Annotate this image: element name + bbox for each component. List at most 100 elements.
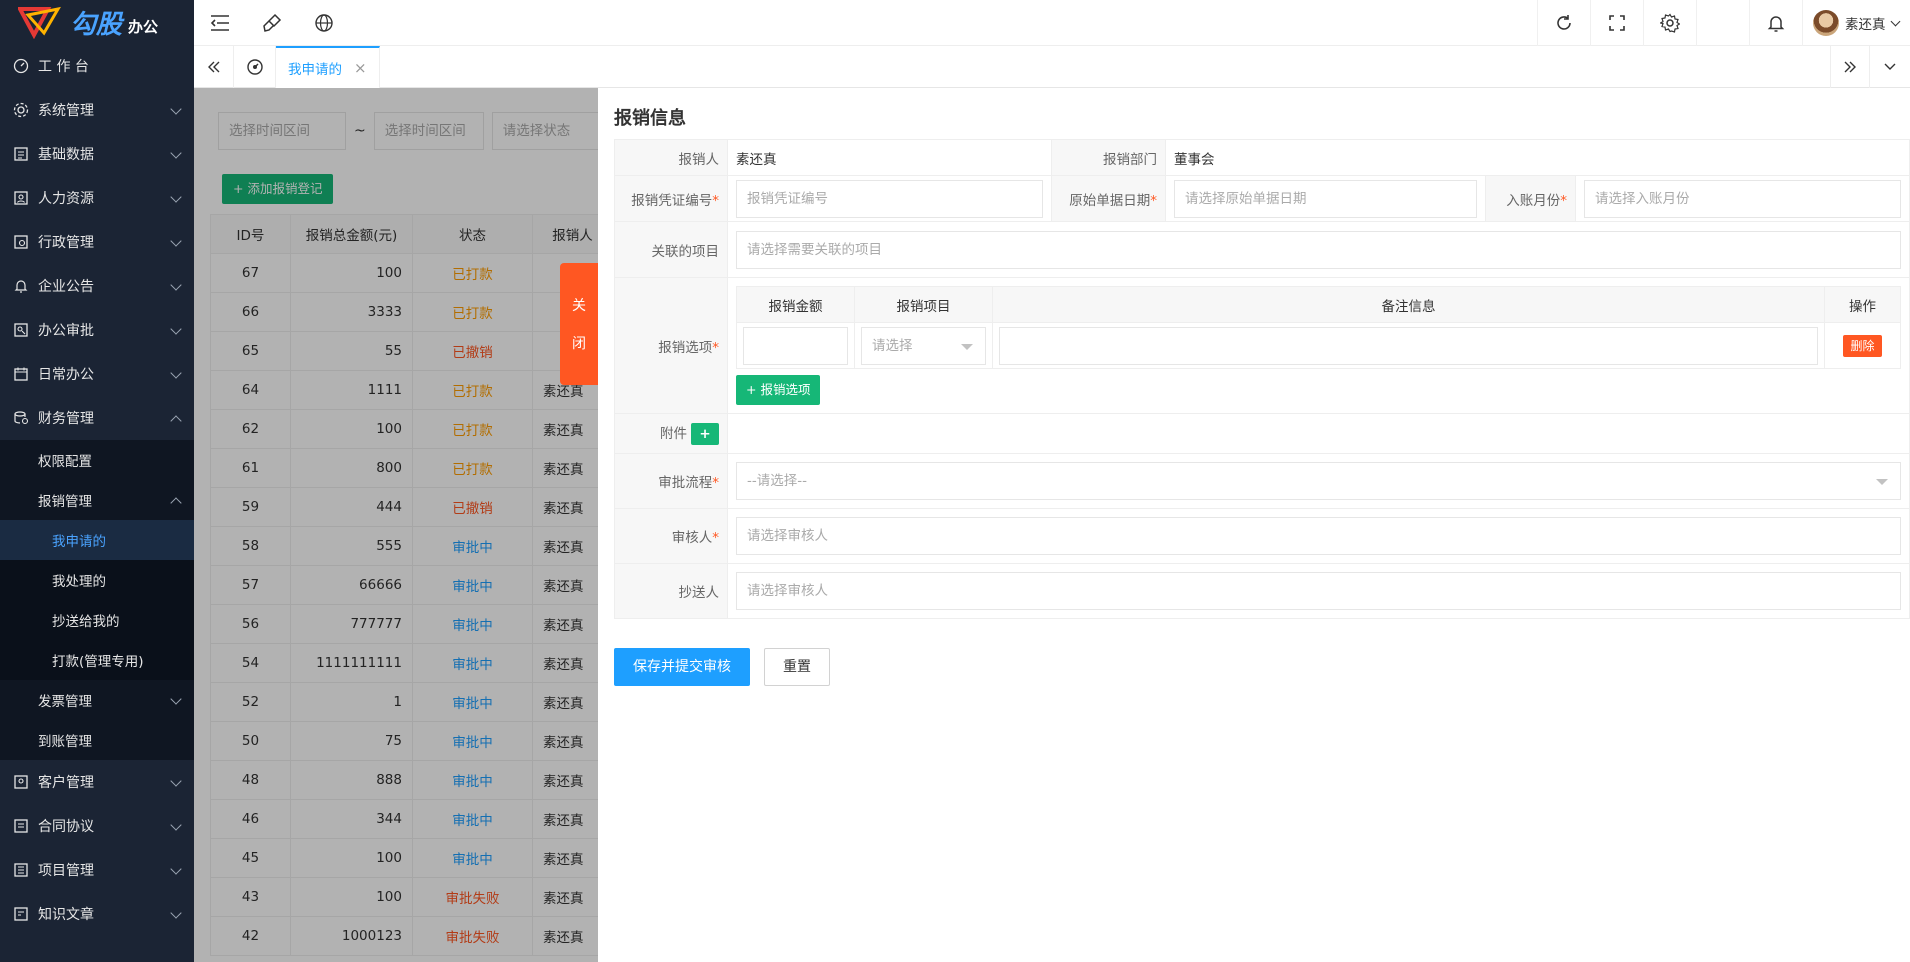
finance-icon xyxy=(12,409,30,427)
month-input[interactable]: 请选择入账月份 xyxy=(1584,179,1901,218)
sidebar-menu: 工 作 台 系统管理 基础数据 人力资源 行政管理 企业公告 办公审批 日常办公… xyxy=(0,44,194,440)
reviewer-input[interactable]: 请选择审核人 xyxy=(736,517,1901,555)
chevron-down-icon xyxy=(170,819,182,831)
delete-button[interactable]: 删除 xyxy=(1843,334,1882,357)
chevron-down-icon xyxy=(170,103,182,115)
brush-icon xyxy=(263,13,282,32)
label-text: 原始单据日期 xyxy=(1069,192,1151,209)
item-cell: 请选择 xyxy=(854,322,993,369)
label-text: 报销凭证编号 xyxy=(631,192,713,209)
sidebar: 勾股 办公 工 作 台 系统管理 基础数据 人力资源 行政管理 企业公告 办公审… xyxy=(0,0,194,962)
required-mark: * xyxy=(712,530,719,546)
amount-input[interactable] xyxy=(743,326,848,365)
sidebar-item-reimburse[interactable]: 报销管理 xyxy=(0,480,194,520)
submit-button[interactable]: 保存并提交审核 xyxy=(614,648,750,686)
refresh-button[interactable] xyxy=(1537,0,1590,46)
tab-home[interactable] xyxy=(234,46,276,88)
required-mark: * xyxy=(712,192,719,209)
clear-cache-button[interactable] xyxy=(246,0,298,46)
sidebar-menu-lower: 客户管理 合同协议 项目管理 知识文章 xyxy=(0,760,194,936)
sidebar-item-customer[interactable]: 客户管理 xyxy=(0,760,194,804)
orig-date-input[interactable]: 请选择原始单据日期 xyxy=(1174,179,1477,218)
sidebar-item-workbench[interactable]: 工 作 台 xyxy=(0,44,194,88)
sidebar-item-my-applied[interactable]: 我申请的 xyxy=(0,520,194,560)
dept-value: 董事会 xyxy=(1165,139,1910,176)
reviewer-label: 审核人* xyxy=(614,508,728,564)
sidebar-item-label: 权限配置 xyxy=(38,454,92,470)
settings-button[interactable] xyxy=(1643,0,1696,46)
sidebar-item-daily[interactable]: 日常办公 xyxy=(0,352,194,396)
remark-input[interactable] xyxy=(999,326,1818,365)
tab-scroll-left-button[interactable] xyxy=(194,46,234,88)
tab-menu-button[interactable] xyxy=(1870,46,1910,88)
sidebar-item-hr[interactable]: 人力资源 xyxy=(0,176,194,220)
voucher-input[interactable]: 报销凭证编号 xyxy=(736,179,1043,218)
dashboard-icon xyxy=(12,57,30,75)
caret-down-icon xyxy=(1876,479,1888,485)
col-action: 操作 xyxy=(1824,286,1901,323)
chevron-up-icon xyxy=(170,415,182,427)
gear-icon xyxy=(12,101,30,119)
tab-my-applied[interactable]: 我申请的 × xyxy=(276,46,380,88)
logo[interactable]: 勾股 办公 xyxy=(0,0,194,44)
select-placeholder: --请选择-- xyxy=(747,473,807,489)
cc-cell: 请选择审核人 xyxy=(727,563,1910,619)
sidebar-item-my-handled[interactable]: 我处理的 xyxy=(0,560,194,600)
toggle-sidebar-button[interactable] xyxy=(194,0,246,46)
sidebar-item-permission[interactable]: 权限配置 xyxy=(0,440,194,480)
item-select[interactable]: 请选择 xyxy=(861,326,986,365)
flow-label: 审批流程* xyxy=(614,453,728,509)
user-name: 素还真 xyxy=(1845,17,1886,33)
sidebar-item-invoice[interactable]: 发票管理 xyxy=(0,680,194,720)
applicant-label: 报销人 xyxy=(614,139,728,176)
spacer xyxy=(1696,0,1749,46)
table-row: 请选择 删除 xyxy=(736,322,1901,369)
close-label: 闭 xyxy=(572,336,586,352)
sidebar-item-approval[interactable]: 办公审批 xyxy=(0,308,194,352)
cc-label: 抄送人 xyxy=(614,563,728,619)
options-label: 报销选项* xyxy=(614,277,728,414)
reset-button[interactable]: 重置 xyxy=(764,648,830,686)
chevron-down-icon xyxy=(170,907,182,919)
sidebar-item-article[interactable]: 知识文章 xyxy=(0,892,194,936)
chevron-down-icon xyxy=(170,367,182,379)
sidebar-item-basedata[interactable]: 基础数据 xyxy=(0,132,194,176)
website-button[interactable] xyxy=(298,0,350,46)
close-icon[interactable]: × xyxy=(354,59,367,77)
sidebar-item-income[interactable]: 到账管理 xyxy=(0,720,194,760)
voucher-cell: 报销凭证编号 xyxy=(727,175,1052,222)
flow-select[interactable]: --请选择-- xyxy=(736,462,1901,500)
sidebar-item-contract[interactable]: 合同协议 xyxy=(0,804,194,848)
sidebar-item-project[interactable]: 项目管理 xyxy=(0,848,194,892)
chevron-down-icon xyxy=(1890,16,1900,26)
amount-cell xyxy=(736,322,855,369)
project-select[interactable]: 请选择需要关联的项目 xyxy=(736,230,1901,269)
sidebar-item-notice[interactable]: 企业公告 xyxy=(0,264,194,308)
cc-input[interactable]: 请选择审核人 xyxy=(736,572,1901,610)
add-attachment-button[interactable]: + xyxy=(691,423,719,445)
tab-bar: 我申请的 × xyxy=(194,46,1910,88)
chevron-down-icon xyxy=(170,323,182,335)
tab-label: 我申请的 xyxy=(288,62,342,78)
user-menu[interactable]: 素还真 xyxy=(1802,0,1910,46)
tab-scroll-right-button[interactable] xyxy=(1830,46,1870,88)
chevron-down-icon xyxy=(170,863,182,875)
double-chevron-right-icon xyxy=(1844,61,1856,73)
bell-icon xyxy=(1767,16,1785,32)
voucher-label: 报销凭证编号* xyxy=(614,175,728,222)
sidebar-item-admin[interactable]: 行政管理 xyxy=(0,220,194,264)
double-chevron-left-icon xyxy=(207,61,219,73)
sidebar-item-label: 我申请的 xyxy=(52,534,106,550)
sidebar-item-finance[interactable]: 财务管理 xyxy=(0,396,194,440)
sidebar-item-payment[interactable]: 打款(管理专用) xyxy=(0,640,194,680)
fullscreen-button[interactable] xyxy=(1590,0,1643,46)
sidebar-item-cc-me[interactable]: 抄送给我的 xyxy=(0,600,194,640)
notification-button[interactable] xyxy=(1749,0,1802,46)
add-option-button[interactable]: + 报销选项 xyxy=(736,375,821,405)
sidebar-item-system[interactable]: 系统管理 xyxy=(0,88,194,132)
close-drawer-button[interactable]: 关 闭 xyxy=(560,263,598,385)
month-cell: 请选择入账月份 xyxy=(1575,175,1910,222)
reviewer-cell: 请选择审核人 xyxy=(727,508,1910,564)
col-amount: 报销金额 xyxy=(736,286,855,323)
sidebar-item-label: 合同协议 xyxy=(38,819,94,835)
